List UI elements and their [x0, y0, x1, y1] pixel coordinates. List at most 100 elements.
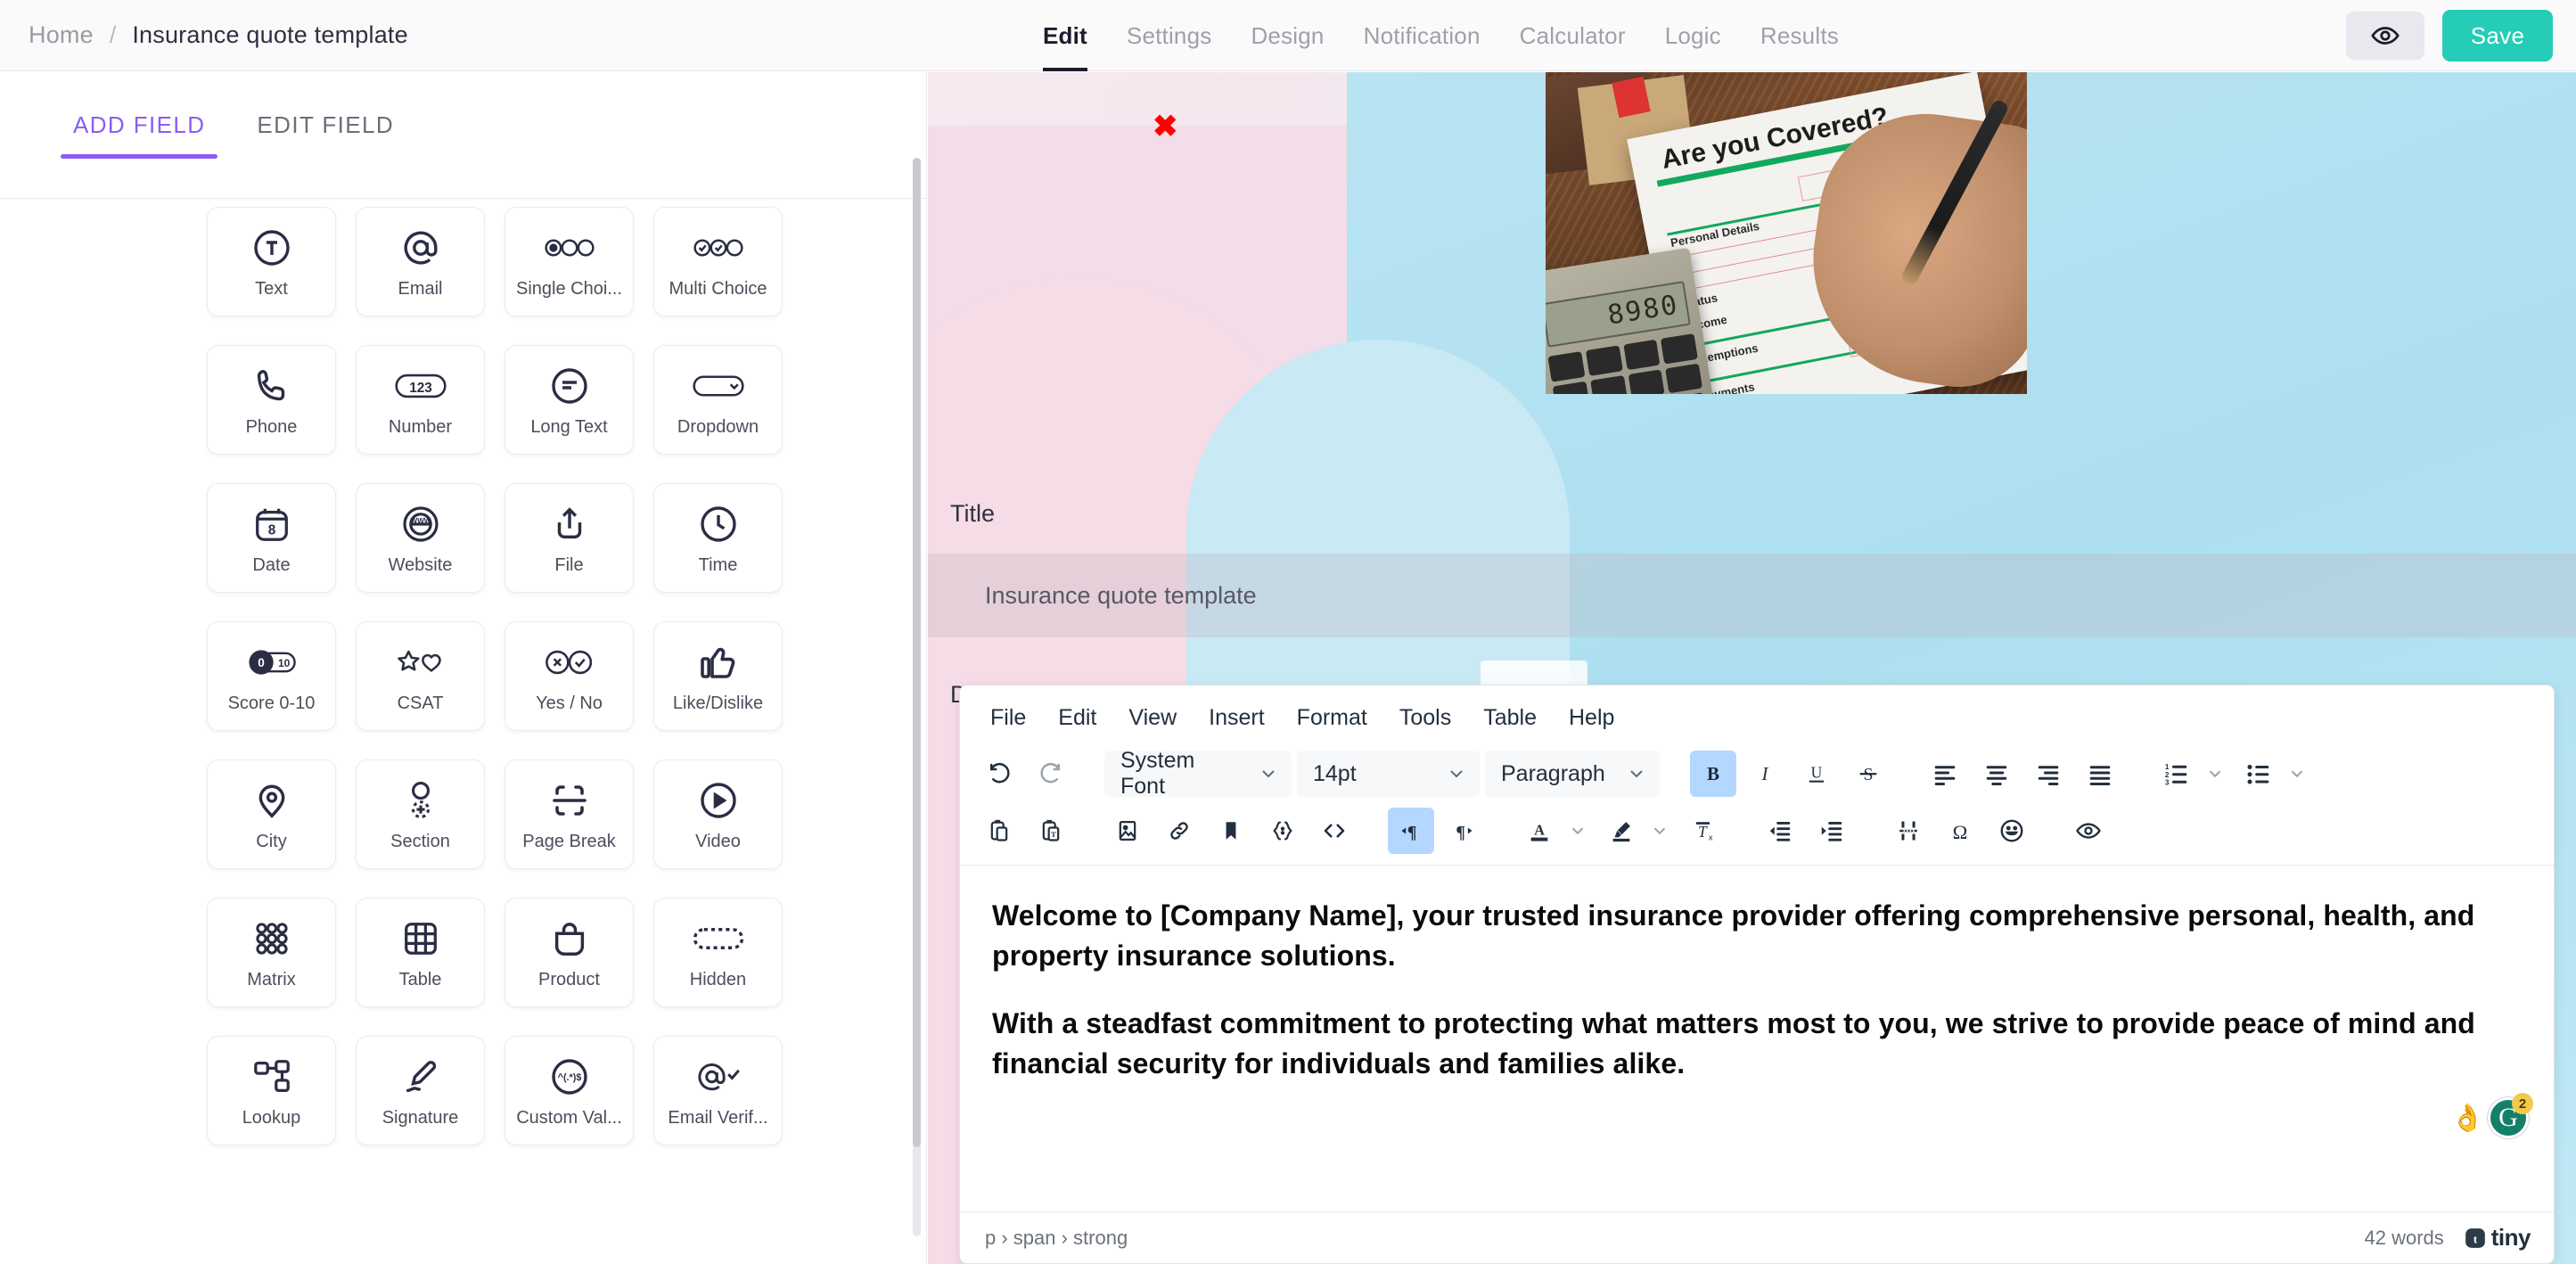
- tab-results[interactable]: Results: [1760, 0, 1839, 71]
- save-button[interactable]: Save: [2442, 10, 2553, 62]
- paste-button[interactable]: [976, 808, 1022, 854]
- field-type-time[interactable]: Time: [653, 483, 783, 593]
- font-family-select[interactable]: System Font: [1104, 748, 1292, 799]
- panel-scrollbar[interactable]: [913, 158, 921, 1236]
- numbered-list-button[interactable]: 1 2 3: [2154, 751, 2200, 797]
- special-character-button[interactable]: Ω: [1937, 808, 1983, 854]
- breadcrumb-home-link[interactable]: Home: [29, 21, 94, 49]
- field-type-yes-no[interactable]: Yes / No: [505, 621, 634, 731]
- strikethrough-button[interactable]: S: [1845, 751, 1891, 797]
- field-type-email[interactable]: Email: [356, 207, 485, 316]
- numbered-list-menu-button[interactable]: [2200, 751, 2230, 797]
- numbered-list-split[interactable]: 1 2 3: [2154, 751, 2230, 797]
- form-banner-image[interactable]: Are you Covered? Personal Details Status…: [1546, 72, 2027, 394]
- field-type-csat[interactable]: CSAT: [356, 621, 485, 731]
- panel-scrollbar-thumb[interactable]: [913, 158, 921, 1147]
- highlight-color-menu-button[interactable]: [1645, 808, 1675, 854]
- underline-button[interactable]: U: [1793, 751, 1840, 797]
- text-color-button[interactable]: A: [1516, 808, 1563, 854]
- undo-button[interactable]: [976, 751, 1022, 797]
- italic-button[interactable]: I: [1742, 751, 1788, 797]
- field-type-video[interactable]: Video: [653, 759, 783, 869]
- content-paragraph-1[interactable]: Welcome to [Company Name], your trusted …: [992, 896, 2522, 977]
- tab-add-field[interactable]: ADD FIELD: [50, 111, 228, 159]
- field-type-dropdown[interactable]: Dropdown: [653, 345, 783, 455]
- preview-button[interactable]: [2346, 12, 2424, 60]
- editor-preview-button[interactable]: [2065, 808, 2112, 854]
- menu-view[interactable]: View: [1114, 700, 1191, 736]
- bullet-list-button[interactable]: [2236, 751, 2282, 797]
- indent-button[interactable]: [1809, 808, 1855, 854]
- field-type-hidden[interactable]: Hidden: [653, 898, 783, 1007]
- text-color-split[interactable]: A: [1516, 808, 1593, 854]
- field-type-email-verification[interactable]: Email Verif...: [653, 1036, 783, 1145]
- menu-insert[interactable]: Insert: [1194, 700, 1279, 736]
- field-type-website[interactable]: WWW Website: [356, 483, 485, 593]
- emoji-button[interactable]: [1989, 808, 2035, 854]
- tab-design[interactable]: Design: [1251, 0, 1324, 71]
- bookmark-button[interactable]: [1208, 808, 1254, 854]
- align-left-button[interactable]: [1922, 751, 1968, 797]
- field-type-lookup[interactable]: Lookup: [207, 1036, 336, 1145]
- field-type-phone[interactable]: Phone: [207, 345, 336, 455]
- field-type-date[interactable]: 8 Date: [207, 483, 336, 593]
- field-type-text[interactable]: Text: [207, 207, 336, 316]
- field-type-like-dislike[interactable]: Like/Dislike: [653, 621, 783, 731]
- outdent-button[interactable]: [1757, 808, 1803, 854]
- field-type-matrix[interactable]: Matrix: [207, 898, 336, 1007]
- tab-edit[interactable]: Edit: [1043, 0, 1087, 71]
- menu-format[interactable]: Format: [1283, 700, 1382, 736]
- menu-file[interactable]: File: [976, 700, 1040, 736]
- ltr-button[interactable]: ¶: [1388, 808, 1434, 854]
- field-type-multi-choice[interactable]: Multi Choice: [653, 207, 783, 316]
- field-type-single-choice[interactable]: Single Choi...: [505, 207, 634, 316]
- field-type-page-break[interactable]: Page Break: [505, 759, 634, 869]
- grammarly-widget[interactable]: 👌 G 2: [2451, 1093, 2533, 1138]
- font-size-select[interactable]: 14pt: [1297, 751, 1480, 797]
- tab-calculator[interactable]: Calculator: [1520, 0, 1626, 71]
- editor-content-area[interactable]: Welcome to [Company Name], your trusted …: [960, 866, 2554, 1204]
- field-type-signature[interactable]: Signature: [356, 1036, 485, 1145]
- clear-formatting-button[interactable]: T x: [1680, 808, 1727, 854]
- tinymce-logo[interactable]: t tiny: [2464, 1224, 2531, 1252]
- menu-tools[interactable]: Tools: [1385, 700, 1465, 736]
- title-input[interactable]: Insurance quote template: [928, 554, 2576, 637]
- grammarly-badge[interactable]: G 2: [2488, 1093, 2533, 1138]
- content-paragraph-2[interactable]: With a steadfast commitment to protectin…: [992, 1004, 2522, 1085]
- field-type-score[interactable]: 10 0 Score 0-10: [207, 621, 336, 731]
- field-type-number[interactable]: 123 Number: [356, 345, 485, 455]
- tab-logic[interactable]: Logic: [1665, 0, 1721, 71]
- highlight-color-split[interactable]: [1598, 808, 1675, 854]
- tab-edit-field[interactable]: EDIT FIELD: [234, 111, 417, 159]
- field-type-table[interactable]: Table: [356, 898, 485, 1007]
- paste-as-text-button[interactable]: T: [1028, 808, 1074, 854]
- page-break-button[interactable]: [1885, 808, 1932, 854]
- field-type-long-text[interactable]: Long Text: [505, 345, 634, 455]
- menu-help[interactable]: Help: [1555, 700, 1628, 736]
- field-type-file[interactable]: File: [505, 483, 634, 593]
- bullet-list-split[interactable]: [2236, 751, 2312, 797]
- tab-notification[interactable]: Notification: [1364, 0, 1481, 71]
- menu-edit[interactable]: Edit: [1044, 700, 1111, 736]
- align-right-button[interactable]: [2025, 751, 2071, 797]
- field-type-product[interactable]: Product: [505, 898, 634, 1007]
- align-justify-button[interactable]: [2077, 751, 2123, 797]
- insert-image-button[interactable]: [1104, 808, 1151, 854]
- align-center-button[interactable]: [1973, 751, 2020, 797]
- field-type-city[interactable]: City: [207, 759, 336, 869]
- rtl-button[interactable]: ¶: [1440, 808, 1486, 854]
- field-type-custom-validation[interactable]: ^(.*)$ Custom Val...: [505, 1036, 634, 1145]
- code-sample-button[interactable]: [1259, 808, 1306, 854]
- field-type-section[interactable]: Section: [356, 759, 485, 869]
- highlight-color-button[interactable]: [1598, 808, 1645, 854]
- block-format-select[interactable]: Paragraph: [1485, 751, 1660, 797]
- tab-settings[interactable]: Settings: [1127, 0, 1212, 71]
- bold-button[interactable]: B: [1690, 751, 1736, 797]
- source-code-button[interactable]: [1311, 808, 1358, 854]
- insert-link-button[interactable]: [1156, 808, 1202, 854]
- menu-table[interactable]: Table: [1469, 700, 1551, 736]
- element-path[interactable]: p › span › strong: [985, 1227, 1128, 1250]
- text-color-menu-button[interactable]: [1563, 808, 1593, 854]
- bullet-list-menu-button[interactable]: [2282, 751, 2312, 797]
- redo-button[interactable]: [1028, 751, 1074, 797]
